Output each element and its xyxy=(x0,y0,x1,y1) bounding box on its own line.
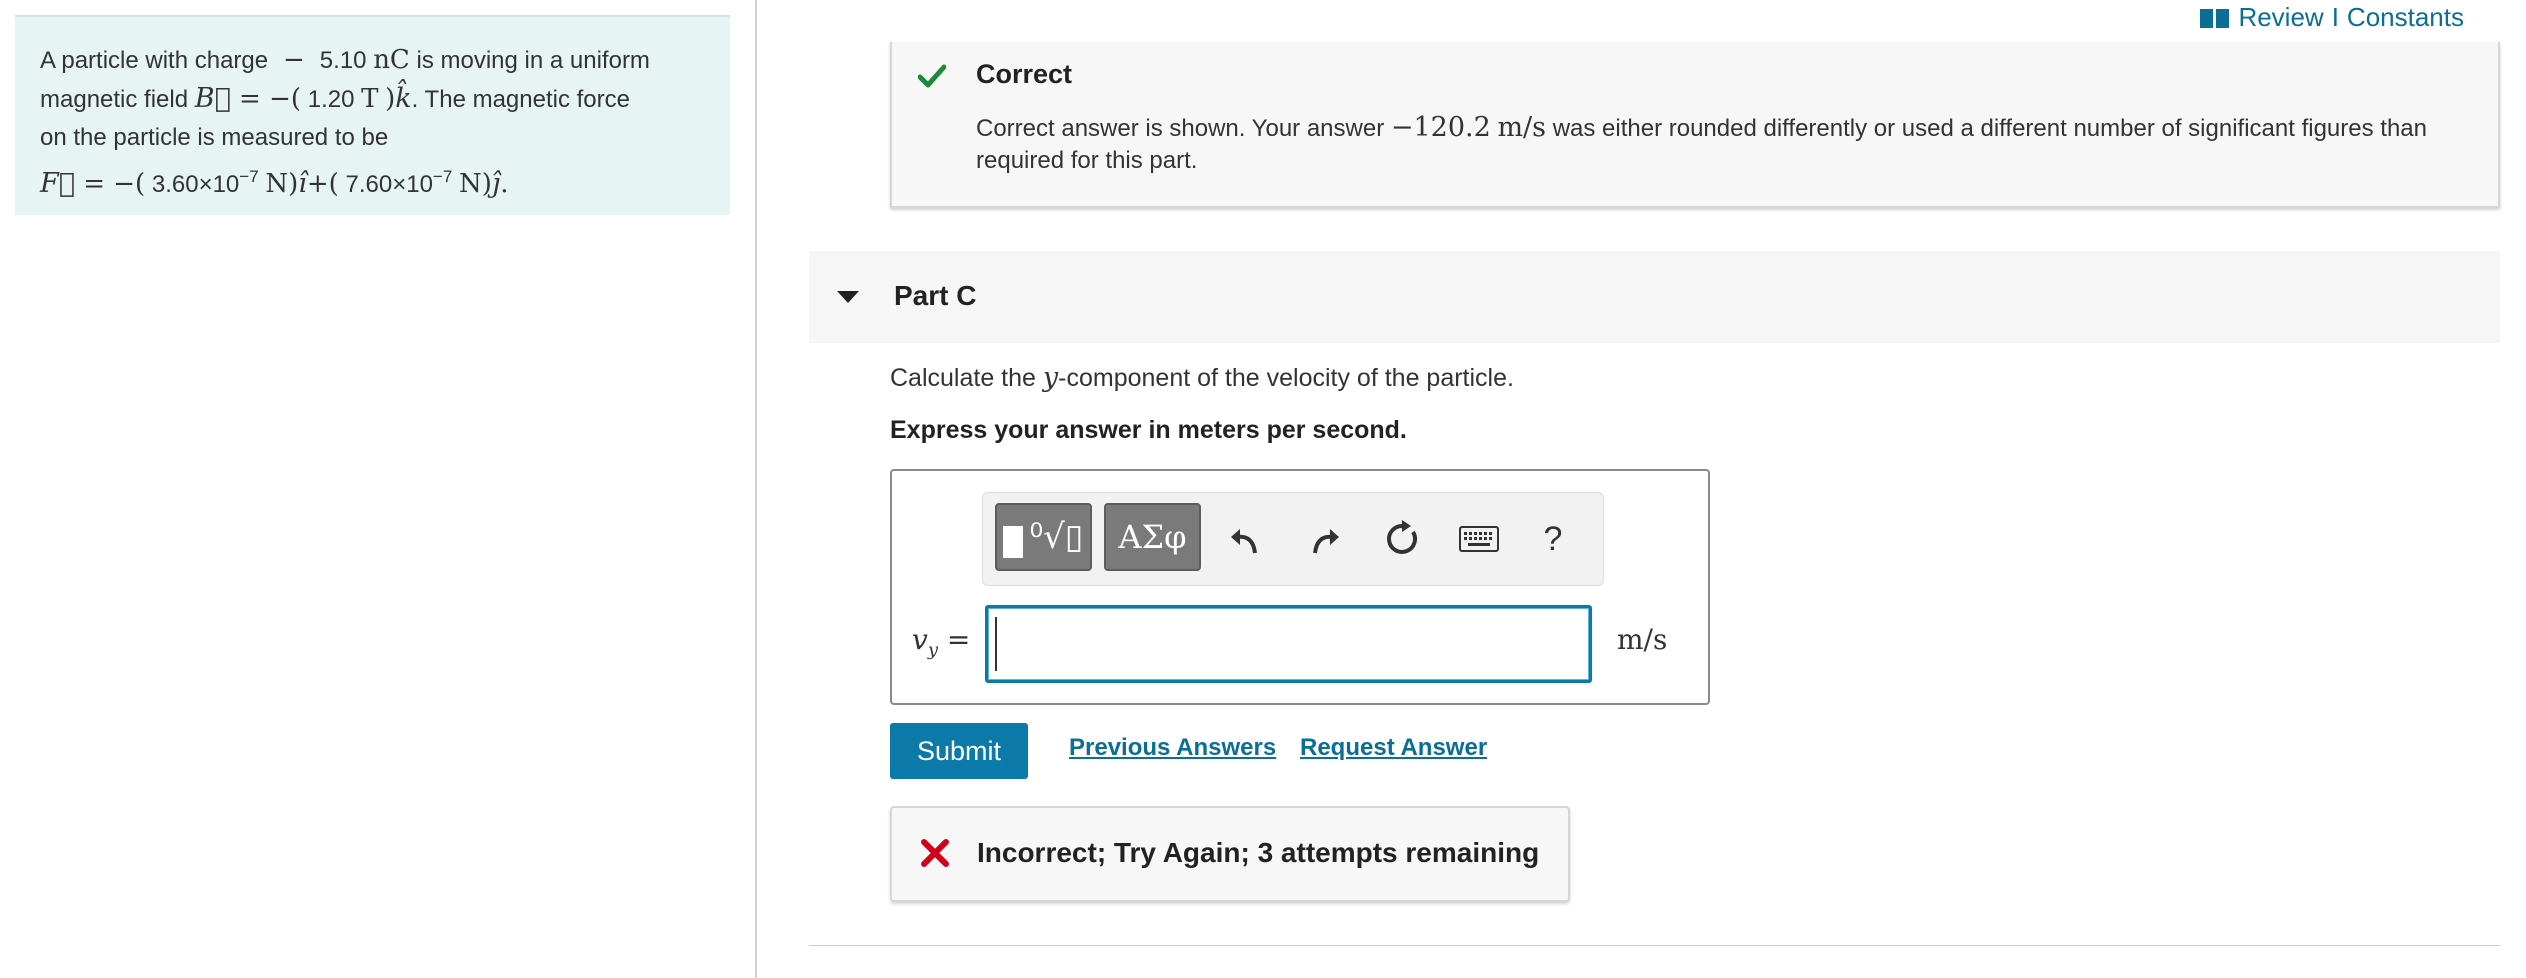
problem-text: A particle with charge xyxy=(40,47,269,74)
problem-text: magnetic field xyxy=(40,86,189,113)
correct-feedback: Correct Correct answer is shown. Your an… xyxy=(890,42,2500,208)
correct-message-text: Correct answer is shown. Your answer xyxy=(976,115,1385,142)
part-c-title: Part C xyxy=(894,280,977,311)
field-unit: T xyxy=(361,84,379,114)
problem-line-2: magnetic field B⃗ = −( 1.20 T )k̂. The m… xyxy=(40,83,630,114)
unit-label: m/s xyxy=(1617,623,1668,656)
part-c-header[interactable]: Part C xyxy=(809,251,2500,343)
force-unit: N xyxy=(458,169,482,199)
force-x-value: 3.60×10 xyxy=(151,171,240,198)
variable-subscript: y xyxy=(927,639,938,661)
answer-box: ⁰√▯ ΑΣφ ? vy = m/s xyxy=(890,469,1710,705)
problem-line-4: F⃗ = −( 3.60×10−7 N)î+( 7.60×10−7 N)ĵ. xyxy=(40,167,509,199)
field-value: 1.20 xyxy=(307,86,355,113)
question-variable: y xyxy=(1042,362,1059,393)
book-icon xyxy=(2200,7,2230,29)
constants-link[interactable]: Constants xyxy=(2347,2,2464,33)
redo-icon[interactable] xyxy=(1303,517,1347,561)
previous-answer-unit: m/s xyxy=(1497,112,1547,143)
incorrect-feedback: Incorrect; Try Again; 3 attempts remaini… xyxy=(890,806,1570,902)
submit-button[interactable]: Submit xyxy=(890,723,1028,779)
equals-sign: = xyxy=(946,623,971,656)
force-y-value: 7.60×10 xyxy=(345,171,433,198)
previous-answers-link[interactable]: Previous Answers xyxy=(1069,734,1276,762)
undo-icon[interactable] xyxy=(1223,517,1267,561)
problem-line-1: A particle with charge − 5.10 nC is movi… xyxy=(40,45,650,75)
greek-symbols-button[interactable]: ΑΣφ xyxy=(1104,503,1201,571)
variable-label: vy = xyxy=(912,623,970,661)
problem-text: . The magnetic force xyxy=(411,86,630,113)
previous-answer-value: −120.2 xyxy=(1390,112,1491,143)
correct-message: Correct answer is shown. Your answer −12… xyxy=(976,112,2456,177)
correct-title: Correct xyxy=(976,59,1073,89)
reset-icon[interactable] xyxy=(1381,517,1425,561)
review-link[interactable]: Review xyxy=(2238,2,2323,33)
charge-unit: nC xyxy=(373,45,410,75)
keyboard-icon[interactable] xyxy=(1457,517,1501,561)
question-text-post: -component of the velocity of the partic… xyxy=(1058,364,1514,392)
charge-value: 5.10 xyxy=(319,47,367,74)
text-cursor xyxy=(995,617,997,671)
top-links: Review I Constants xyxy=(2200,2,2464,33)
answer-instruction: Express your answer in meters per second… xyxy=(890,416,1407,444)
force-unit: N xyxy=(265,169,289,199)
force-x-exponent: −7 xyxy=(239,167,259,186)
math-toolbar: ⁰√▯ ΑΣφ ? xyxy=(982,492,1604,586)
checkmark-icon xyxy=(918,64,946,88)
problem-text: is moving in a uniform xyxy=(416,47,650,74)
request-answer-link[interactable]: Request Answer xyxy=(1300,734,1487,762)
variable-symbol: v xyxy=(912,623,928,656)
problem-line-3: on the particle is measured to be xyxy=(40,124,389,151)
panel-divider xyxy=(755,0,757,978)
incorrect-message: Incorrect; Try Again; 3 attempts remaini… xyxy=(977,837,1540,868)
force-y-exponent: −7 xyxy=(432,167,453,186)
templates-icon[interactable]: ⁰√▯ xyxy=(995,503,1092,571)
question-text-pre: Calculate the xyxy=(890,364,1036,392)
problem-statement: A particle with charge − 5.10 nC is movi… xyxy=(15,15,730,215)
x-icon xyxy=(921,839,949,867)
caret-down-icon[interactable] xyxy=(837,291,859,303)
help-button[interactable]: ? xyxy=(1531,517,1575,561)
section-divider xyxy=(809,945,2500,946)
link-separator: I xyxy=(2331,2,2339,32)
question-text: Calculate the y-component of the velocit… xyxy=(890,362,1514,393)
answer-input[interactable] xyxy=(985,605,1592,683)
